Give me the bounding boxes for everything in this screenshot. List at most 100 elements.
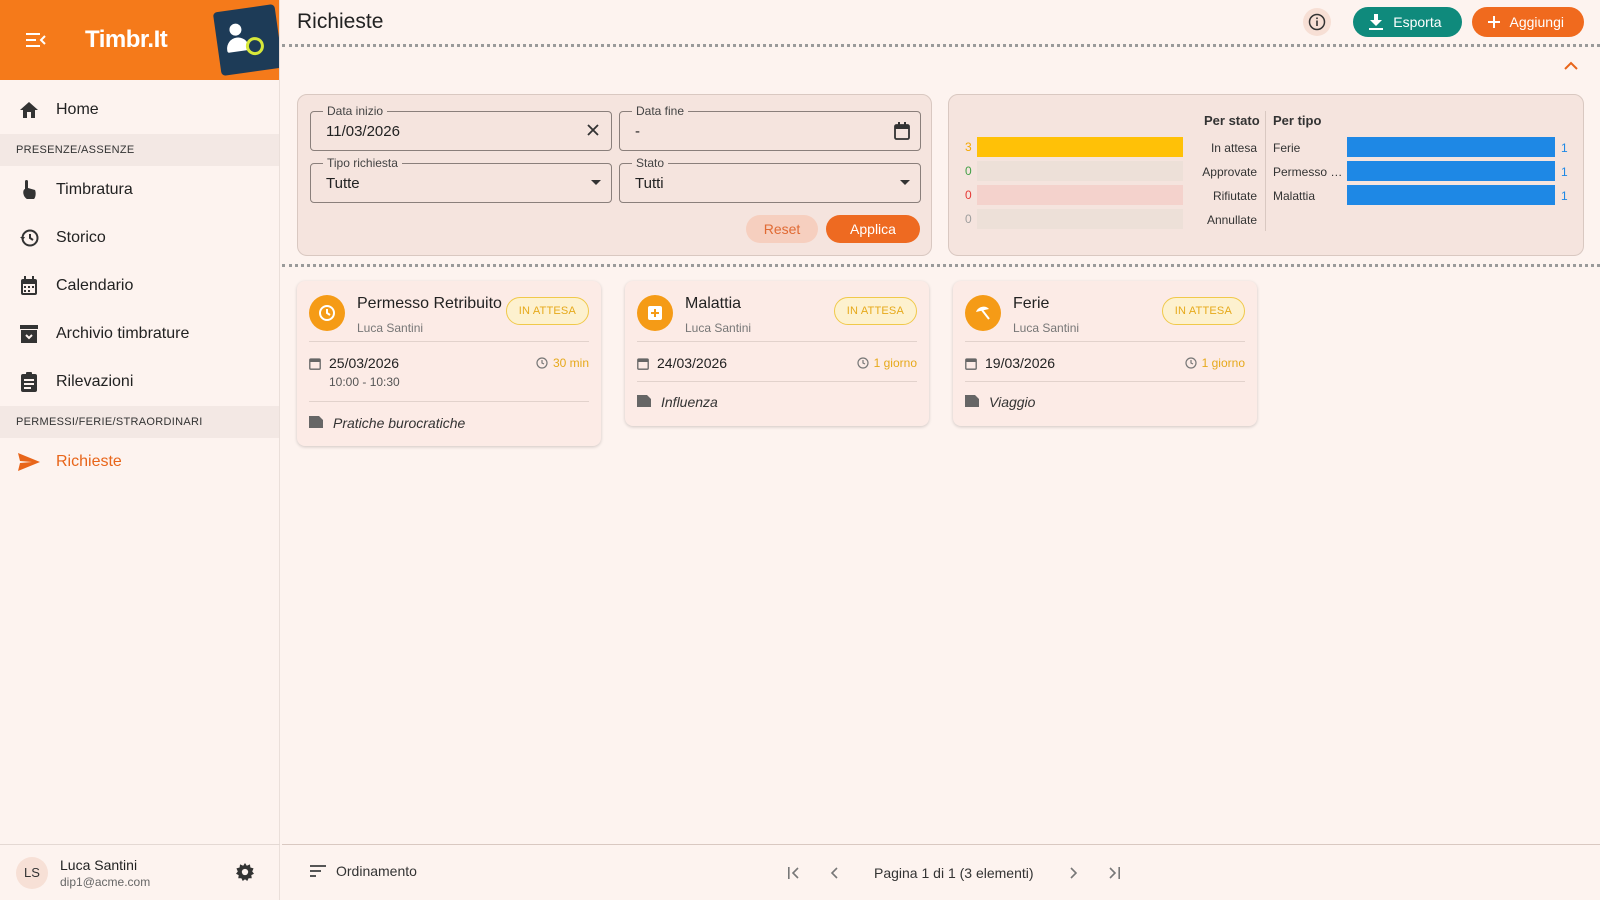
by-state-title: Per stato: [1204, 113, 1260, 128]
stat-bar: [977, 185, 1183, 205]
card-note: Influenza: [661, 394, 718, 410]
field-value: Tutti: [635, 175, 664, 192]
beach-umbrella-icon: [965, 295, 1001, 331]
card-divider: [637, 381, 917, 382]
sidebar-item-rilevazioni[interactable]: Rilevazioni: [0, 358, 279, 406]
next-page-icon[interactable]: [1062, 861, 1086, 885]
sidebar-item-archivio[interactable]: Archivio timbrature: [0, 310, 279, 358]
end-date-field[interactable]: Data fine -: [619, 104, 921, 151]
export-label: Esporta: [1393, 14, 1442, 30]
status-badge: IN ATTESA: [505, 297, 589, 325]
stat-bar-fill: [977, 137, 1183, 157]
menu-icon: [26, 33, 46, 47]
by-type-title: Per tipo: [1273, 113, 1322, 128]
request-card[interactable]: Malattia Luca Santini IN ATTESA 24/03/2026 1…: [625, 281, 929, 426]
start-date-field[interactable]: Data inizio 11/03/2026: [310, 104, 612, 151]
card-title: Permesso Retribuito: [357, 295, 502, 312]
status-badge: IN ATTESA: [833, 297, 917, 325]
note-icon: [309, 416, 323, 428]
prev-page-icon[interactable]: [822, 861, 846, 885]
first-page-icon[interactable]: [782, 861, 806, 885]
card-divider: [637, 341, 917, 342]
type-count: 1: [1561, 141, 1568, 155]
field-label: Tipo richiesta: [323, 156, 402, 170]
sidebar-item-label: Timbratura: [56, 181, 133, 198]
field-value: Tutte: [326, 175, 360, 192]
card-title: Malattia: [685, 295, 742, 312]
divider: [282, 44, 1600, 47]
stat-bar: [977, 209, 1183, 229]
info-button[interactable]: [1303, 8, 1332, 36]
card-title: Ferie: [1013, 295, 1050, 312]
card-date: 24/03/2026: [657, 355, 728, 371]
sidebar-item-home[interactable]: Home: [0, 86, 279, 134]
card-time: 10:00 - 10:30: [329, 375, 400, 389]
sidebar-item-storico[interactable]: Storico: [0, 214, 279, 262]
card-duration: 30 min: [536, 356, 589, 370]
duration-label: 30 min: [552, 356, 589, 370]
export-button[interactable]: Esporta: [1353, 7, 1462, 37]
request-type-select[interactable]: Tipo richiesta Tutte: [310, 156, 612, 203]
chevron-down-icon: [900, 180, 910, 186]
close-icon[interactable]: [585, 122, 601, 138]
sidebar-item-timbratura[interactable]: Timbratura: [0, 166, 279, 214]
card-divider: [309, 341, 589, 342]
type-bar: [1347, 185, 1555, 205]
touch-icon: [18, 179, 40, 201]
chevron-down-icon: [591, 180, 601, 186]
sidebar-item-richieste[interactable]: Richieste: [0, 438, 279, 486]
add-button[interactable]: Aggiungi: [1471, 7, 1584, 37]
reset-button[interactable]: Reset: [746, 215, 818, 243]
medical-icon: [637, 295, 673, 331]
type-bar-fill: [1347, 185, 1555, 205]
type-bar-fill: [1347, 137, 1555, 157]
calendar-icon: [637, 357, 649, 370]
clock-icon: [857, 357, 869, 369]
stats-divider: [1265, 111, 1266, 231]
card-note: Viaggio: [989, 394, 1036, 410]
stats-panel: Per stato Per tipo 3 In attesa 0 Approvate 0…: [948, 94, 1584, 256]
user-email: dip1@acme.com: [60, 874, 151, 889]
sidebar-item-label: Calendario: [56, 277, 134, 294]
sidebar-item-label: Richieste: [56, 453, 122, 470]
sidebar-item-label: Archivio timbrature: [56, 325, 190, 342]
type-row-ferie: Ferie 1: [1273, 137, 1573, 157]
page-title: Richieste: [297, 10, 384, 33]
calendar-icon[interactable]: [894, 122, 910, 140]
apply-button[interactable]: Applica: [826, 215, 920, 243]
calendar-icon: [18, 275, 40, 297]
calendar-icon: [309, 357, 321, 370]
last-page-icon[interactable]: [1102, 861, 1126, 885]
clock-icon: [536, 357, 548, 369]
sidebar-item-calendario[interactable]: Calendario: [0, 262, 279, 310]
field-label: Data fine: [632, 104, 689, 118]
type-label: Permesso Retribuito: [1273, 165, 1343, 179]
stat-label: Rifiutate: [1212, 189, 1257, 203]
request-card[interactable]: Permesso Retribuito Luca Santini IN ATTESA…: [297, 281, 601, 446]
card-user: Luca Santini: [357, 321, 424, 335]
archive-icon: [18, 323, 40, 345]
stat-count: 0: [965, 212, 972, 226]
top-bar: Richieste Esporta Aggiungi: [280, 0, 1600, 44]
field-value: 11/03/2026: [326, 123, 400, 140]
avatar[interactable]: LS: [16, 856, 48, 889]
field-label: Data inizio: [323, 104, 388, 118]
sort-label: Ordinamento: [336, 863, 417, 879]
sidebar-item-label: Rilevazioni: [56, 373, 134, 390]
menu-collapse-button[interactable]: [24, 28, 48, 52]
card-duration: 1 giorno: [857, 356, 917, 370]
gear-icon[interactable]: [236, 863, 254, 886]
app-logo[interactable]: Timbr.It: [85, 26, 168, 54]
footer: Ordinamento Pagina 1 di 1 (3 elementi): [282, 844, 1600, 900]
card-date: 19/03/2026: [985, 355, 1056, 371]
request-card[interactable]: Ferie Luca Santini IN ATTESA 19/03/2026 1 gi…: [953, 281, 1257, 426]
sort-button[interactable]: Ordinamento: [310, 863, 417, 879]
type-row-malattia: Malattia 1: [1273, 185, 1573, 205]
home-icon: [18, 99, 40, 121]
chevron-up-icon[interactable]: [1564, 58, 1578, 76]
stat-label: Annullate: [1206, 213, 1257, 227]
status-select[interactable]: Stato Tutti: [619, 156, 921, 203]
pagination: Pagina 1 di 1 (3 elementi): [782, 861, 1126, 885]
sidebar: Timbr.It Home PRESENZE/ASSENZE Timbratur…: [0, 0, 280, 900]
card-divider: [965, 341, 1245, 342]
